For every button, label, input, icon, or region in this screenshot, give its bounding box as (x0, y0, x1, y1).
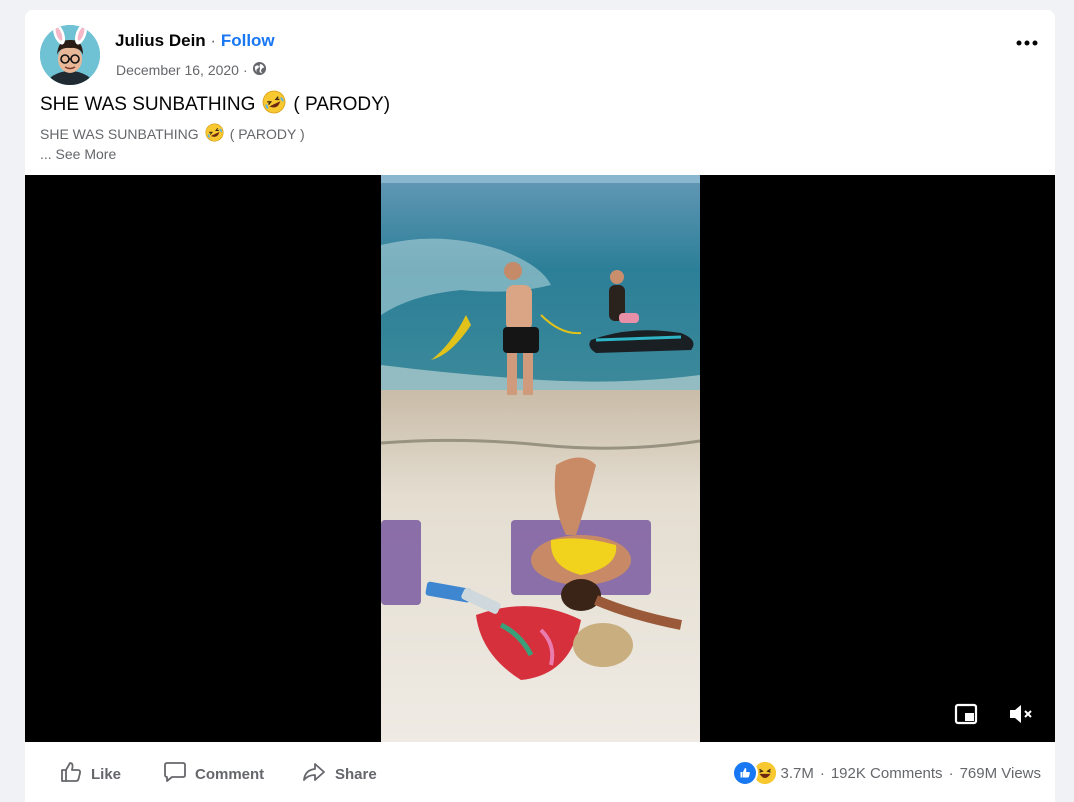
laughing-emoji-icon (262, 90, 286, 120)
comments-count[interactable]: 192K Comments (831, 765, 943, 782)
post-title: SHE WAS SUNBATHING ( PARODY) (40, 90, 390, 120)
post-meta: December 16, 2020 · (116, 61, 267, 79)
picture-in-picture-button[interactable] (952, 702, 980, 730)
thumbs-up-icon (59, 760, 83, 788)
mute-button[interactable] (1007, 702, 1035, 730)
video-frame[interactable] (381, 175, 700, 742)
laughing-emoji-small-icon (205, 123, 224, 145)
more-options-button[interactable] (1013, 30, 1041, 54)
comment-button[interactable]: Comment (163, 760, 264, 788)
reaction-count[interactable]: 3.7M (780, 765, 813, 782)
author-line: Julius Dein · Follow (115, 31, 275, 51)
picture-in-picture-icon (954, 703, 978, 730)
reaction-icons[interactable] (732, 760, 779, 786)
comment-icon (163, 760, 187, 788)
comment-label: Comment (195, 765, 265, 783)
post-footer: Like Comment Share 3.7M · 192K Comments … (25, 742, 1055, 802)
share-label: Share (335, 765, 377, 783)
views-count: 769M Views (959, 764, 1041, 782)
more-options-icon (1016, 33, 1038, 51)
post-description: SHE WAS SUNBATHING ( PARODY ) (40, 123, 305, 145)
post-description-text: SHE WAS SUNBATHING (40, 126, 199, 142)
date-separator: · (242, 62, 248, 78)
like-button[interactable]: Like (59, 760, 121, 788)
volume-muted-icon (1007, 702, 1035, 731)
video-player[interactable] (25, 175, 1055, 742)
follow-button[interactable]: Follow (221, 31, 275, 50)
share-icon (301, 760, 327, 788)
stats-separator: · (819, 764, 825, 782)
see-more-link[interactable]: ... See More (40, 146, 116, 162)
globe-icon (252, 61, 267, 79)
post-title-text: SHE WAS SUNBATHING (40, 94, 256, 115)
stats-separator: · (948, 764, 954, 782)
like-label: Like (91, 765, 122, 783)
avatar[interactable] (40, 25, 100, 85)
separator-dot: · (210, 31, 217, 50)
post-date[interactable]: December 16, 2020 (116, 62, 239, 78)
author-name[interactable]: Julius Dein (115, 31, 206, 50)
share-button[interactable]: Share (301, 760, 377, 788)
post-description-suffix: ( PARODY ) (229, 126, 305, 142)
engagement-stats: 3.7M · 192K Comments · 769M Views (732, 760, 1041, 786)
post-title-suffix: ( PARODY) (293, 94, 391, 115)
post-card: Julius Dein · Follow December 16, 2020 ·… (25, 10, 1055, 802)
